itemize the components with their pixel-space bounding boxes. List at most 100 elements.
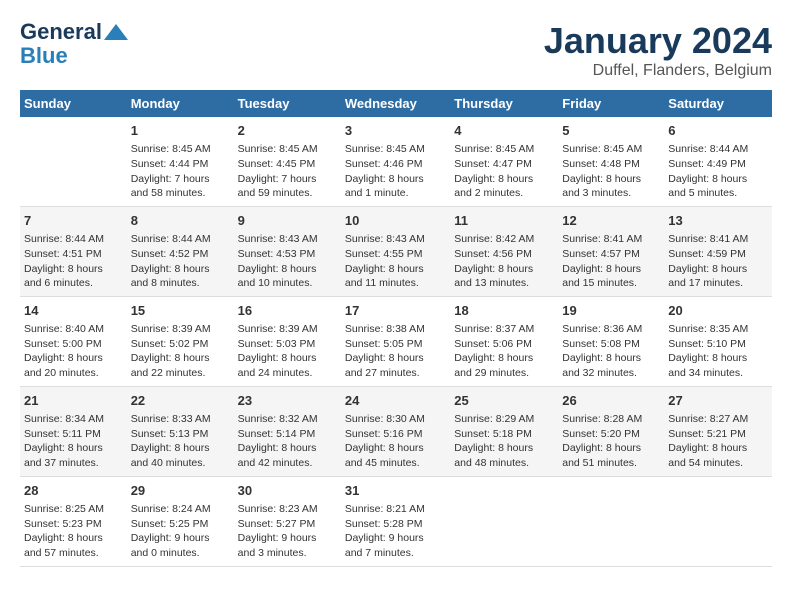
day-number: 12 xyxy=(562,212,660,230)
day-info: Sunrise: 8:25 AMSunset: 5:23 PMDaylight:… xyxy=(24,502,123,561)
day-info: Sunrise: 8:41 AMSunset: 4:59 PMDaylight:… xyxy=(668,232,768,291)
calendar-cell: 14 Sunrise: 8:40 AMSunset: 5:00 PMDayligh… xyxy=(20,296,127,386)
calendar-cell: 24Sunrise: 8:30 AMSunset: 5:16 PMDayligh… xyxy=(341,386,450,476)
calendar-cell: 13 Sunrise: 8:41 AMSunset: 4:59 PMDayligh… xyxy=(664,206,772,296)
day-info: Sunrise: 8:32 AMSunset: 5:14 PMDaylight:… xyxy=(238,412,337,471)
day-number: 2 xyxy=(238,122,337,140)
day-info: Sunrise: 8:33 AMSunset: 5:13 PMDaylight:… xyxy=(131,412,230,471)
calendar-cell: 22 Sunrise: 8:33 AMSunset: 5:13 PMDayligh… xyxy=(127,386,234,476)
day-info: Sunrise: 8:40 AMSunset: 5:00 PMDaylight:… xyxy=(24,322,123,381)
calendar-cell: 7Sunrise: 8:44 AMSunset: 4:51 PMDaylight… xyxy=(20,206,127,296)
day-number: 20 xyxy=(668,302,768,320)
day-info: Sunrise: 8:45 AMSunset: 4:45 PMDaylight:… xyxy=(238,142,337,201)
day-number: 19 xyxy=(562,302,660,320)
day-info: Sunrise: 8:41 AMSunset: 4:57 PMDaylight:… xyxy=(562,232,660,291)
day-info: Sunrise: 8:43 AMSunset: 4:53 PMDaylight:… xyxy=(238,232,337,291)
day-number: 27 xyxy=(668,392,768,410)
calendar-cell xyxy=(450,476,558,566)
calendar-cell: 3 Sunrise: 8:45 AMSunset: 4:46 PMDaylight… xyxy=(341,117,450,206)
subtitle: Duffel, Flanders, Belgium xyxy=(544,62,772,80)
day-info: Sunrise: 8:45 AMSunset: 4:48 PMDaylight:… xyxy=(562,142,660,201)
day-number: 18 xyxy=(454,302,554,320)
day-number: 15 xyxy=(131,302,230,320)
day-number: 3 xyxy=(345,122,446,140)
day-number: 16 xyxy=(238,302,337,320)
day-number: 13 xyxy=(668,212,768,230)
day-number: 22 xyxy=(131,392,230,410)
day-info: Sunrise: 8:45 AMSunset: 4:46 PMDaylight:… xyxy=(345,142,446,201)
day-info: Sunrise: 8:23 AMSunset: 5:27 PMDaylight:… xyxy=(238,502,337,561)
calendar-cell: 29 Sunrise: 8:24 AMSunset: 5:25 PMDayligh… xyxy=(127,476,234,566)
header-thursday: Thursday xyxy=(450,90,558,117)
calendar-cell: 12 Sunrise: 8:41 AMSunset: 4:57 PMDayligh… xyxy=(558,206,664,296)
calendar-cell: 4 Sunrise: 8:45 AMSunset: 4:47 PMDaylight… xyxy=(450,117,558,206)
calendar-cell: 11 Sunrise: 8:42 AMSunset: 4:56 PMDayligh… xyxy=(450,206,558,296)
header-tuesday: Tuesday xyxy=(234,90,341,117)
day-number: 7 xyxy=(24,212,123,230)
day-info: Sunrise: 8:28 AMSunset: 5:20 PMDaylight:… xyxy=(562,412,660,471)
day-info: Sunrise: 8:35 AMSunset: 5:10 PMDaylight:… xyxy=(668,322,768,381)
day-number: 25 xyxy=(454,392,554,410)
main-title: January 2024 xyxy=(544,20,772,62)
day-info: Sunrise: 8:39 AMSunset: 5:03 PMDaylight:… xyxy=(238,322,337,381)
calendar-cell: 23 Sunrise: 8:32 AMSunset: 5:14 PMDayligh… xyxy=(234,386,341,476)
day-info: Sunrise: 8:34 AMSunset: 5:11 PMDaylight:… xyxy=(24,412,123,471)
header-sunday: Sunday xyxy=(20,90,127,117)
calendar-cell: 15 Sunrise: 8:39 AMSunset: 5:02 PMDayligh… xyxy=(127,296,234,386)
day-number: 21 xyxy=(24,392,123,410)
day-info: Sunrise: 8:39 AMSunset: 5:02 PMDaylight:… xyxy=(131,322,230,381)
calendar-cell: 6Sunrise: 8:44 AMSunset: 4:49 PMDaylight… xyxy=(664,117,772,206)
day-number: 28 xyxy=(24,482,123,500)
week-row-4: 21 Sunrise: 8:34 AMSunset: 5:11 PMDayligh… xyxy=(20,386,772,476)
calendar-cell: 16 Sunrise: 8:39 AMSunset: 5:03 PMDayligh… xyxy=(234,296,341,386)
week-row-3: 14 Sunrise: 8:40 AMSunset: 5:00 PMDayligh… xyxy=(20,296,772,386)
day-number: 23 xyxy=(238,392,337,410)
title-block: January 2024 Duffel, Flanders, Belgium xyxy=(544,20,772,80)
week-row-2: 7Sunrise: 8:44 AMSunset: 4:51 PMDaylight… xyxy=(20,206,772,296)
day-info: Sunrise: 8:29 AMSunset: 5:18 PMDaylight:… xyxy=(454,412,554,471)
calendar-cell: 31 Sunrise: 8:21 AMSunset: 5:28 PMDayligh… xyxy=(341,476,450,566)
header-saturday: Saturday xyxy=(664,90,772,117)
day-info: Sunrise: 8:44 AMSunset: 4:49 PMDaylight:… xyxy=(668,142,768,201)
calendar-cell: 17 Sunrise: 8:38 AMSunset: 5:05 PMDayligh… xyxy=(341,296,450,386)
day-number: 8 xyxy=(131,212,230,230)
day-info: Sunrise: 8:43 AMSunset: 4:55 PMDaylight:… xyxy=(345,232,446,291)
day-info: Sunrise: 8:21 AMSunset: 5:28 PMDaylight:… xyxy=(345,502,446,561)
day-number: 4 xyxy=(454,122,554,140)
calendar-cell: 25 Sunrise: 8:29 AMSunset: 5:18 PMDayligh… xyxy=(450,386,558,476)
day-info: Sunrise: 8:42 AMSunset: 4:56 PMDaylight:… xyxy=(454,232,554,291)
calendar-cell: 2 Sunrise: 8:45 AMSunset: 4:45 PMDaylight… xyxy=(234,117,341,206)
calendar-cell xyxy=(20,117,127,206)
day-number: 5 xyxy=(562,122,660,140)
calendar-header-row: SundayMondayTuesdayWednesdayThursdayFrid… xyxy=(20,90,772,117)
header-monday: Monday xyxy=(127,90,234,117)
day-number: 24 xyxy=(345,392,446,410)
day-number: 11 xyxy=(454,212,554,230)
day-info: Sunrise: 8:37 AMSunset: 5:06 PMDaylight:… xyxy=(454,322,554,381)
calendar-cell: 26 Sunrise: 8:28 AMSunset: 5:20 PMDayligh… xyxy=(558,386,664,476)
calendar-cell: 1Sunrise: 8:45 AMSunset: 4:44 PMDaylight… xyxy=(127,117,234,206)
day-number: 10 xyxy=(345,212,446,230)
logo-blue: Blue xyxy=(20,44,68,68)
calendar-cell: 30 Sunrise: 8:23 AMSunset: 5:27 PMDayligh… xyxy=(234,476,341,566)
day-number: 26 xyxy=(562,392,660,410)
week-row-5: 28 Sunrise: 8:25 AMSunset: 5:23 PMDayligh… xyxy=(20,476,772,566)
calendar-cell: 27Sunrise: 8:27 AMSunset: 5:21 PMDayligh… xyxy=(664,386,772,476)
logo-general: General xyxy=(20,20,102,44)
calendar-table: SundayMondayTuesdayWednesdayThursdayFrid… xyxy=(20,90,772,567)
week-row-1: 1Sunrise: 8:45 AMSunset: 4:44 PMDaylight… xyxy=(20,117,772,206)
calendar-cell: 8 Sunrise: 8:44 AMSunset: 4:52 PMDaylight… xyxy=(127,206,234,296)
logo-icon xyxy=(102,22,130,42)
day-info: Sunrise: 8:44 AMSunset: 4:52 PMDaylight:… xyxy=(131,232,230,291)
calendar-cell xyxy=(558,476,664,566)
day-number: 31 xyxy=(345,482,446,500)
day-info: Sunrise: 8:38 AMSunset: 5:05 PMDaylight:… xyxy=(345,322,446,381)
day-number: 30 xyxy=(238,482,337,500)
day-info: Sunrise: 8:24 AMSunset: 5:25 PMDaylight:… xyxy=(131,502,230,561)
day-info: Sunrise: 8:36 AMSunset: 5:08 PMDaylight:… xyxy=(562,322,660,381)
day-info: Sunrise: 8:45 AMSunset: 4:47 PMDaylight:… xyxy=(454,142,554,201)
day-number: 9 xyxy=(238,212,337,230)
day-number: 14 xyxy=(24,302,123,320)
day-number: 17 xyxy=(345,302,446,320)
day-number: 29 xyxy=(131,482,230,500)
